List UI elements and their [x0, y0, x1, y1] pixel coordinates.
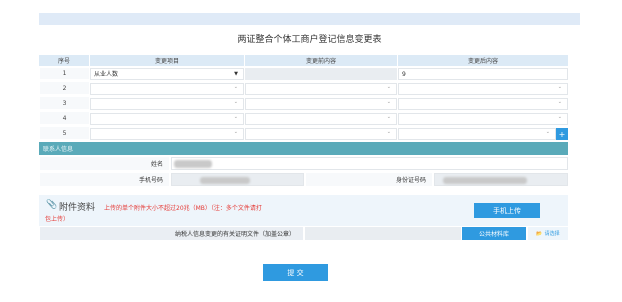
after-content-input[interactable]: 9: [398, 68, 568, 80]
phone-label: 手机号码: [39, 172, 170, 187]
top-bar: [39, 13, 580, 25]
chevron-down-icon: ⌄: [386, 84, 391, 90]
row-number: 4: [39, 111, 90, 125]
masked-phone-value: [200, 177, 250, 184]
before-content-field: [245, 68, 397, 80]
page-title: 两证整合个体工商户登记信息变更表: [237, 35, 382, 45]
before-content-select[interactable]: ⌄: [245, 98, 397, 110]
change-item-select[interactable]: 从业人数 ▼: [90, 68, 244, 80]
col-header-before: 变更前内容: [245, 55, 397, 66]
after-content-select[interactable]: ⌄: [398, 128, 556, 140]
id-number-label: 身份证号码: [305, 172, 433, 187]
folder-icon: 📂: [536, 230, 543, 237]
chevron-down-icon: ⌄: [386, 114, 391, 120]
col-header-seq: 序号: [39, 55, 89, 66]
upload-note-continued: 包上传）: [45, 216, 70, 223]
row-number: 2: [39, 81, 90, 95]
upload-note: 上传的单个附件大小不超过20兆（MB）（注：多个文件请打: [104, 205, 262, 212]
add-row-button[interactable]: +: [556, 128, 568, 140]
change-item-select[interactable]: ⌄: [90, 83, 244, 95]
chevron-down-icon: ⌄: [545, 129, 550, 135]
after-content-select[interactable]: ⌄: [398, 98, 568, 110]
before-content-select[interactable]: ⌄: [245, 83, 397, 95]
after-content-select[interactable]: ⌄: [398, 83, 568, 95]
chevron-down-icon: ⌄: [233, 99, 238, 105]
file-row-label: 纳税人信息变更的有关证明文件（加盖公章）: [39, 226, 304, 241]
before-content-select[interactable]: ⌄: [245, 128, 397, 140]
public-library-button[interactable]: 公共材料库: [462, 227, 526, 240]
change-item-select[interactable]: ⌄: [90, 113, 244, 125]
submit-button[interactable]: 提 交: [263, 264, 328, 281]
id-number-field: [434, 173, 568, 186]
change-item-select[interactable]: ⌄: [90, 98, 244, 110]
dropdown-arrow-icon: ▼: [234, 71, 238, 77]
row-number: 1: [39, 67, 90, 80]
before-content-select[interactable]: ⌄: [245, 113, 397, 125]
chevron-down-icon: ⌄: [386, 129, 391, 135]
mobile-upload-button[interactable]: 手机上传: [474, 203, 540, 218]
choose-file-button[interactable]: 📂 请选择: [528, 227, 568, 240]
chevron-down-icon: ⌄: [557, 114, 562, 120]
name-input[interactable]: [171, 157, 568, 170]
paperclip-icon: 📎: [46, 200, 58, 210]
attachment-title: 附件资料: [59, 203, 96, 213]
chevron-down-icon: ⌄: [233, 129, 238, 135]
name-label: 姓名: [39, 156, 170, 171]
col-header-item: 变更项目: [90, 55, 244, 66]
chevron-down-icon: ⌄: [233, 84, 238, 90]
masked-name-value: [174, 160, 212, 168]
change-item-select[interactable]: ⌄: [90, 128, 244, 140]
phone-field: [171, 173, 304, 186]
row-number: 3: [39, 96, 90, 110]
row-number: 5: [39, 126, 90, 140]
change-item-value: 从业人数: [94, 71, 119, 78]
chevron-down-icon: ⌄: [233, 114, 238, 120]
chevron-down-icon: ⌄: [557, 84, 562, 90]
col-header-after: 变更后内容: [398, 55, 568, 66]
chevron-down-icon: ⌄: [386, 99, 391, 105]
after-content-value: 9: [402, 71, 406, 78]
chevron-down-icon: ⌄: [557, 99, 562, 105]
after-content-select[interactable]: ⌄: [398, 113, 568, 125]
file-field: [305, 227, 461, 240]
masked-id-value: [443, 177, 527, 184]
contact-section-header: 联系人信息: [39, 142, 568, 155]
